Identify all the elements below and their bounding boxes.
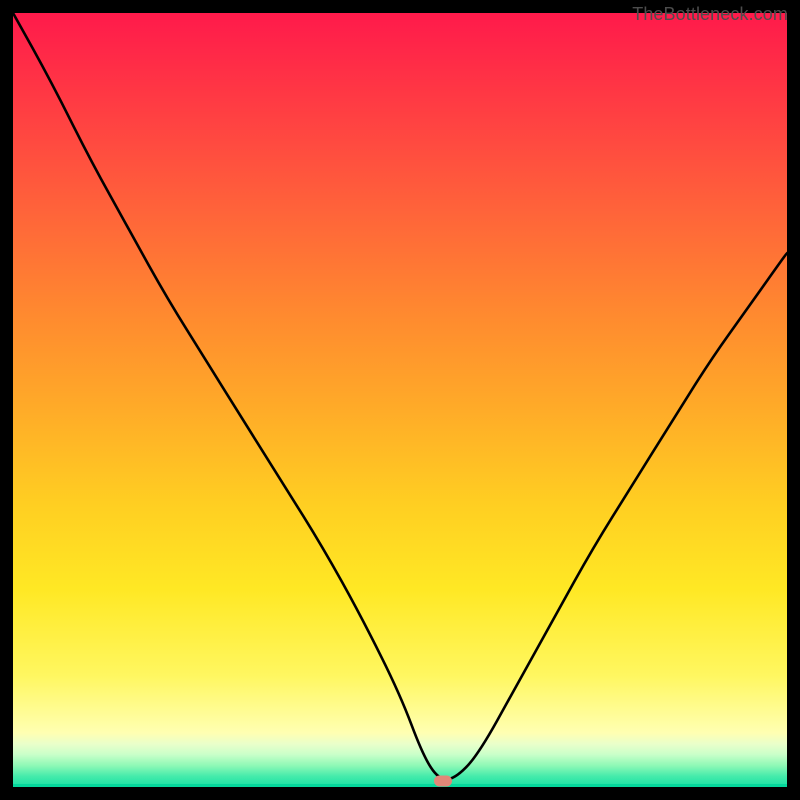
chart-stage: TheBottleneck.com	[0, 0, 800, 800]
plot-area	[13, 13, 787, 787]
bottleneck-marker	[434, 775, 452, 786]
baseline-strip	[13, 784, 787, 787]
gradient-lower-band	[13, 733, 787, 787]
gradient-upper	[13, 13, 787, 733]
watermark-text: TheBottleneck.com	[632, 4, 788, 25]
